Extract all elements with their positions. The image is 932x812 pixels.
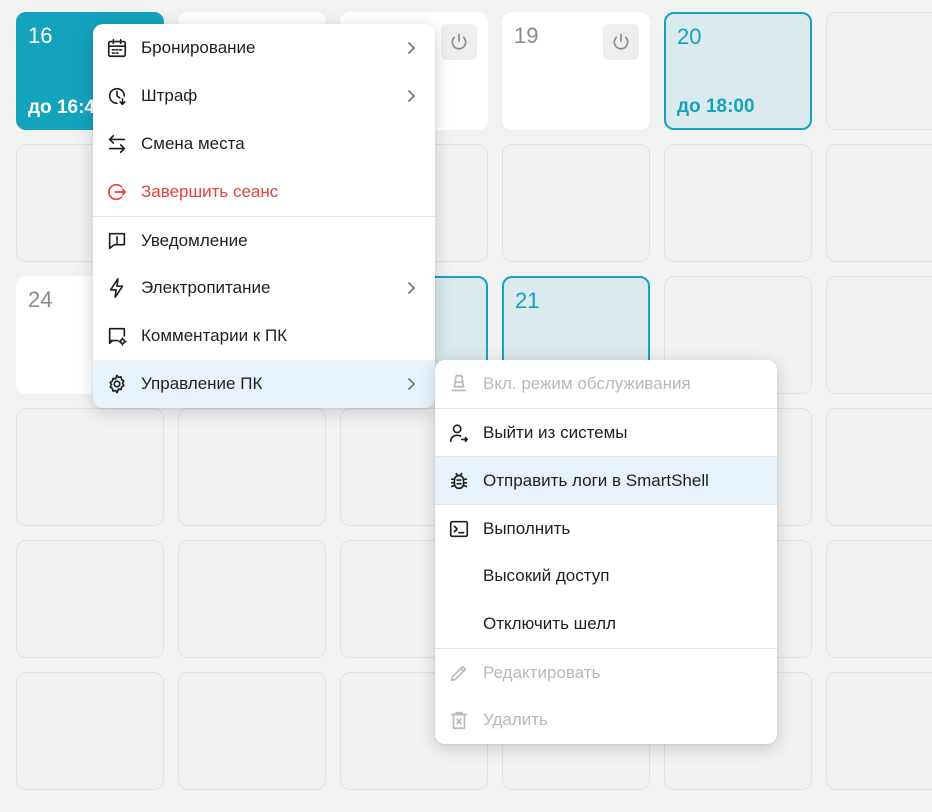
chevron-right-icon bbox=[403, 40, 419, 56]
menu-item-label: Удалить bbox=[483, 710, 548, 729]
pc-tile[interactable] bbox=[826, 12, 932, 130]
swap-arrows-icon bbox=[105, 132, 129, 156]
submenu-item-execute[interactable]: Выполнить bbox=[435, 504, 777, 552]
pc-tile[interactable] bbox=[16, 672, 164, 790]
pc-number: 16 bbox=[28, 23, 53, 48]
pencil-icon bbox=[447, 661, 471, 685]
menu-item-label: Высокий доступ bbox=[483, 566, 610, 585]
menu-item-label: Вкл. режим обслуживания bbox=[483, 374, 691, 393]
menu-item-penalty[interactable]: Штраф bbox=[93, 72, 435, 120]
power-icon[interactable] bbox=[603, 24, 639, 60]
menu-item-label: Штраф bbox=[141, 86, 198, 105]
pc-number: 20 bbox=[677, 24, 702, 49]
menu-item-label: Комментарии к ПК bbox=[141, 326, 288, 345]
pc-tile[interactable] bbox=[178, 672, 326, 790]
menu-item-label: Выполнить bbox=[483, 519, 571, 538]
menu-item-power[interactable]: Электропитание bbox=[93, 264, 435, 312]
pc-tile[interactable] bbox=[826, 276, 932, 394]
menu-item-label: Бронирование bbox=[141, 38, 256, 57]
menu-item-label: Редактировать bbox=[483, 663, 601, 682]
menu-item-label: Выйти из системы bbox=[483, 423, 628, 442]
submenu-item-logout[interactable]: Выйти из системы bbox=[435, 408, 777, 456]
menu-item-notification[interactable]: Уведомление bbox=[93, 216, 435, 264]
calendar-icon bbox=[105, 36, 129, 60]
pc-tile[interactable] bbox=[178, 540, 326, 658]
session-until: до 16:4 bbox=[28, 97, 95, 118]
pc-context-menu: Бронирование Штраф Смена места Завершить… bbox=[93, 24, 435, 408]
menu-item-end-session[interactable]: Завершить сеанс bbox=[93, 168, 435, 216]
menu-item-label: Отправить логи в SmartShell bbox=[483, 471, 709, 490]
maintenance-icon bbox=[447, 372, 471, 396]
pc-tile-20[interactable]: 20 до 18:00 bbox=[664, 12, 812, 130]
bug-icon bbox=[447, 469, 471, 493]
lightning-icon bbox=[105, 276, 129, 300]
menu-item-label: Отключить шелл bbox=[483, 614, 617, 633]
logout-circle-icon bbox=[105, 180, 129, 204]
submenu-item-edit[interactable]: Редактировать bbox=[435, 648, 777, 696]
pc-tile[interactable] bbox=[178, 408, 326, 526]
chevron-right-icon bbox=[403, 280, 419, 296]
pc-number: 24 bbox=[28, 287, 53, 312]
pc-tile[interactable] bbox=[16, 540, 164, 658]
menu-item-pc-management[interactable]: Управление ПК bbox=[93, 360, 435, 408]
menu-item-pc-comments[interactable]: Комментарии к ПК bbox=[93, 312, 435, 360]
menu-item-label: Уведомление bbox=[141, 231, 248, 250]
submenu-item-send-logs[interactable]: Отправить логи в SmartShell bbox=[435, 456, 777, 504]
power-icon[interactable] bbox=[441, 24, 477, 60]
pc-number: 19 bbox=[514, 23, 539, 48]
pc-tile[interactable] bbox=[826, 144, 932, 262]
clock-penalty-icon bbox=[105, 84, 129, 108]
user-exit-icon bbox=[447, 421, 471, 445]
pc-tile[interactable] bbox=[826, 672, 932, 790]
trash-icon bbox=[447, 708, 471, 732]
alert-message-icon bbox=[105, 229, 129, 253]
pc-tile-19[interactable]: 19 bbox=[502, 12, 650, 130]
menu-item-label: Управление ПК bbox=[141, 374, 263, 393]
menu-item-label: Электропитание bbox=[141, 278, 271, 297]
pc-tile[interactable] bbox=[826, 540, 932, 658]
pc-tile[interactable] bbox=[664, 144, 812, 262]
terminal-icon bbox=[447, 517, 471, 541]
pc-tile[interactable] bbox=[502, 144, 650, 262]
chevron-right-icon bbox=[403, 88, 419, 104]
menu-item-booking[interactable]: Бронирование bbox=[93, 24, 435, 72]
pc-tile[interactable] bbox=[16, 408, 164, 526]
pc-number: 21 bbox=[515, 288, 540, 313]
menu-item-change-seat[interactable]: Смена места bbox=[93, 120, 435, 168]
session-until: до 18:00 bbox=[677, 96, 755, 117]
chevron-right-icon bbox=[403, 376, 419, 392]
gear-icon bbox=[105, 372, 129, 396]
menu-item-label: Смена места bbox=[141, 134, 245, 153]
submenu-item-high-access[interactable]: Высокий доступ bbox=[435, 552, 777, 600]
pc-tile[interactable] bbox=[826, 408, 932, 526]
submenu-item-disable-shell[interactable]: Отключить шелл bbox=[435, 600, 777, 648]
submenu-item-maintenance-mode[interactable]: Вкл. режим обслуживания bbox=[435, 360, 777, 408]
pc-management-submenu: Вкл. режим обслуживания Выйти из системы… bbox=[435, 360, 777, 744]
monitor-gear-icon bbox=[105, 324, 129, 348]
submenu-item-delete[interactable]: Удалить bbox=[435, 696, 777, 744]
menu-item-label: Завершить сеанс bbox=[141, 182, 279, 201]
